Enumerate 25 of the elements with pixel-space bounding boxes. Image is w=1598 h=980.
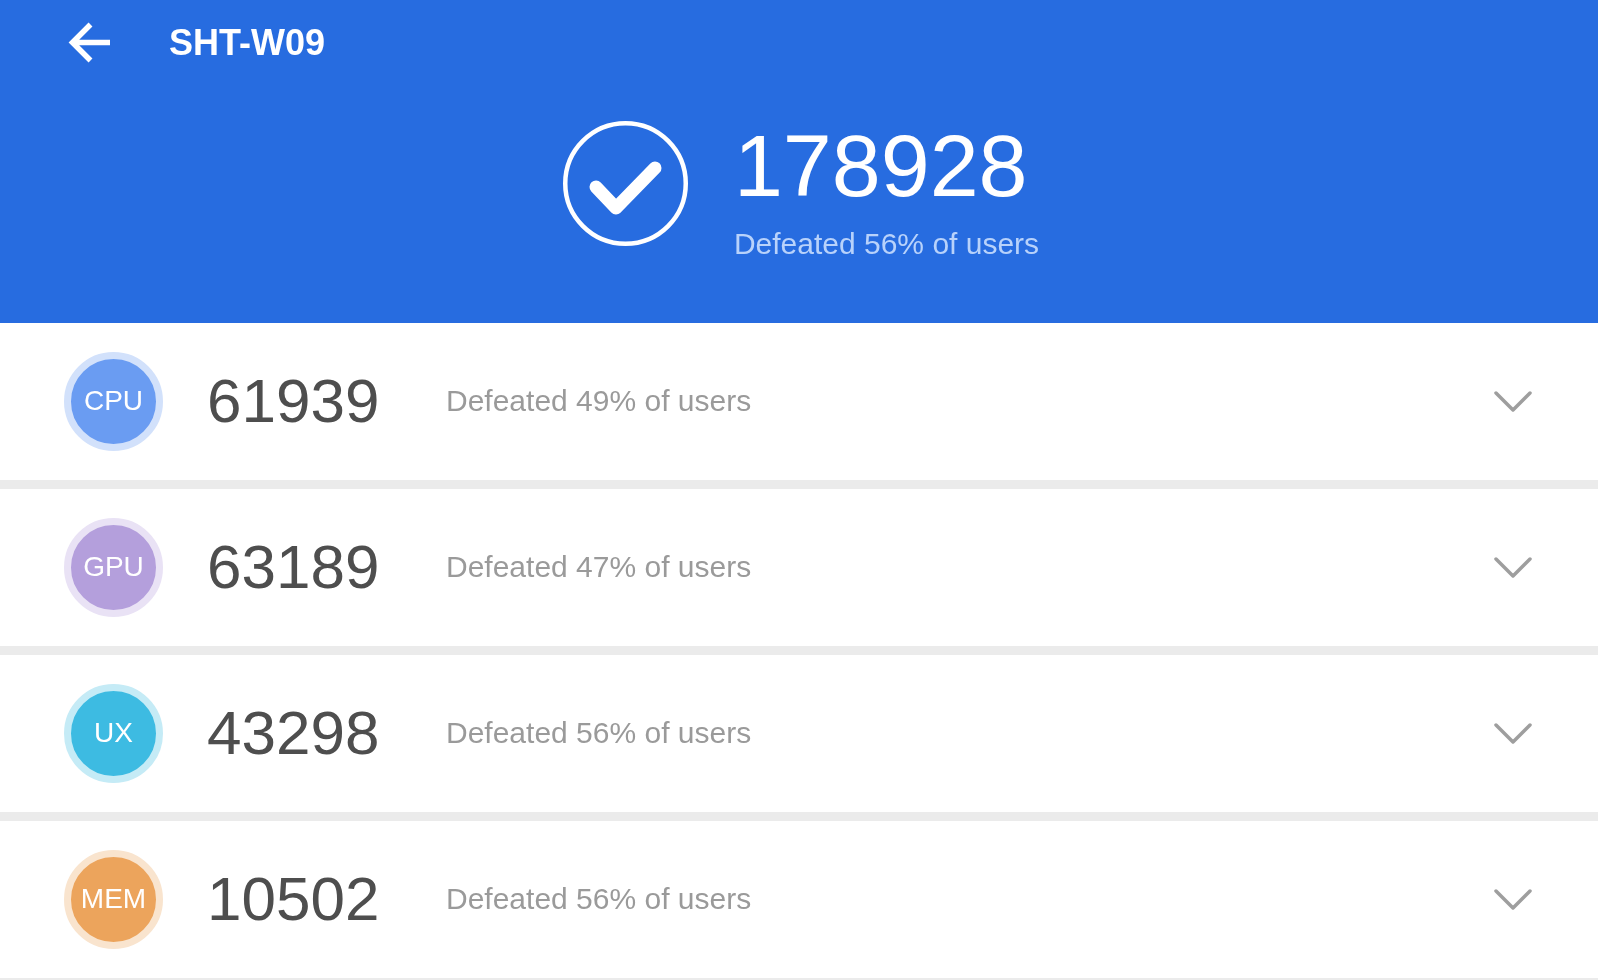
chevron-down-icon[interactable] — [1494, 556, 1532, 578]
chevron-down-icon[interactable] — [1494, 888, 1532, 910]
category-rank-text: Defeated 56% of users — [446, 884, 753, 915]
category-badge: GPU — [64, 517, 163, 617]
total-score: 178928 — [733, 122, 1028, 210]
category-badge: MEM — [64, 849, 163, 949]
chevron-down-icon[interactable] — [1494, 722, 1532, 744]
category-score: 61939 — [207, 370, 381, 433]
result-row[interactable]: CPU 61939 Defeated 49% of users — [0, 323, 1598, 480]
result-row[interactable]: UX 43298 Defeated 56% of users — [0, 655, 1598, 812]
chevron-down-icon[interactable] — [1494, 390, 1532, 412]
category-badge: UX — [64, 683, 163, 783]
category-score: 63189 — [207, 536, 381, 599]
back-arrow-icon[interactable] — [68, 21, 111, 64]
result-row[interactable]: MEM 10502 Defeated 56% of users — [0, 821, 1598, 978]
device-title: SHT-W09 — [169, 24, 326, 61]
category-score: 10502 — [207, 868, 381, 931]
result-row[interactable]: GPU 63189 Defeated 47% of users — [0, 489, 1598, 646]
category-rank-text: Defeated 56% of users — [446, 718, 753, 749]
check-circle-icon — [562, 121, 688, 246]
category-rank-text: Defeated 49% of users — [446, 386, 753, 417]
category-badge: CPU — [64, 351, 163, 451]
category-rank-text: Defeated 47% of users — [446, 552, 753, 583]
total-rank-text: Defeated 56% of users — [733, 229, 1040, 259]
category-score: 43298 — [207, 702, 381, 765]
